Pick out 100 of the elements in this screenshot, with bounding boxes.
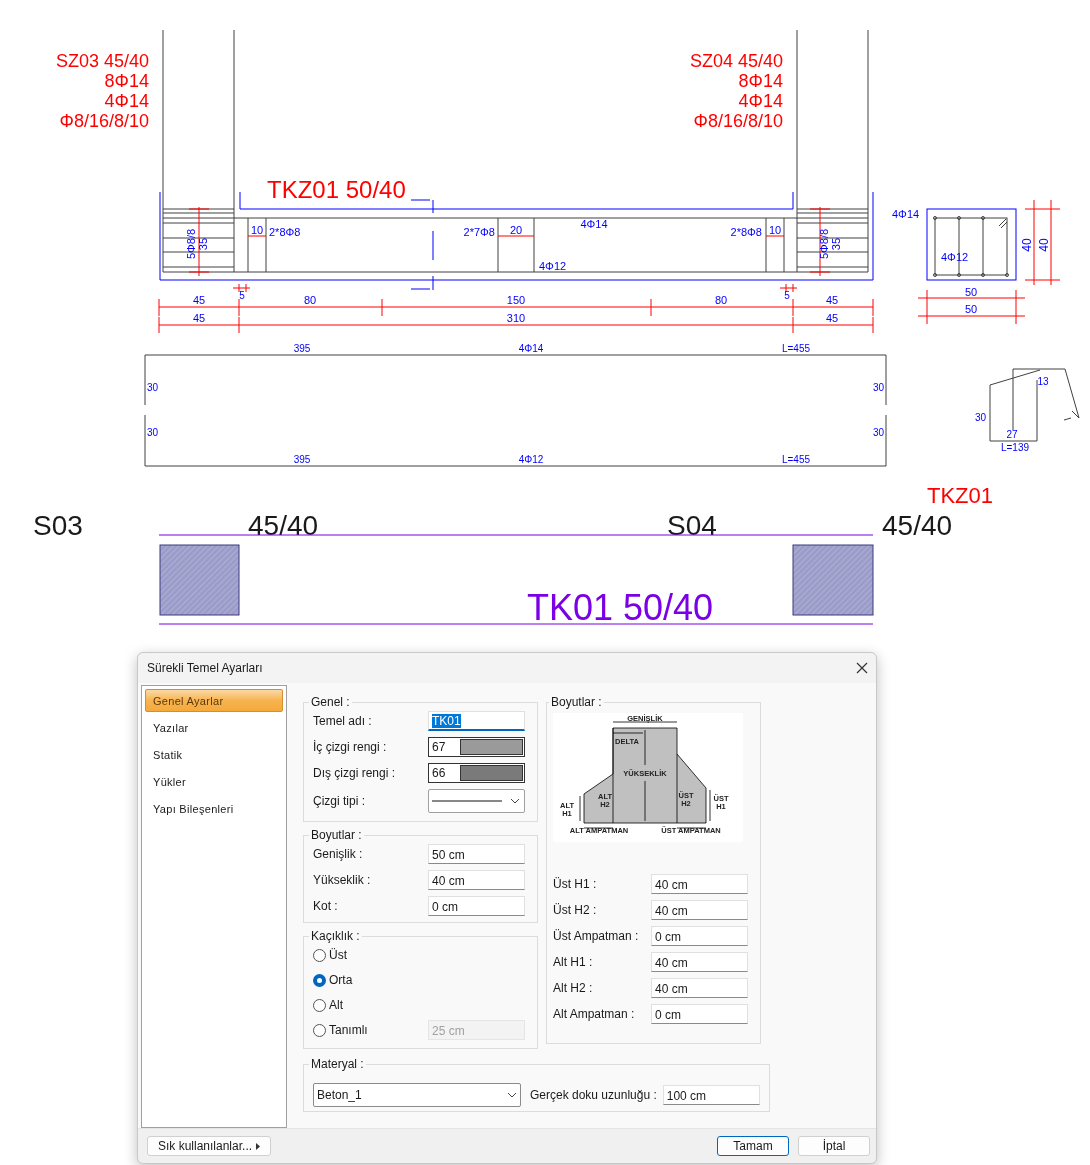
bar-length: L=455 — [781, 454, 811, 465]
field-label: Üst Ampatman : — [553, 928, 640, 945]
column-name: S03 — [33, 510, 83, 541]
group-title: Kaçıklık : — [310, 928, 361, 945]
input-field[interactable]: 0 cm — [651, 926, 748, 946]
input-field[interactable]: 100 cm — [662, 1085, 760, 1105]
rebar-note: 20 — [509, 224, 523, 236]
column-label: Φ8/16/8/10 — [693, 111, 783, 131]
chevron-down-icon — [510, 798, 520, 804]
group-title: Boyutlar : — [310, 827, 363, 844]
field-label: Alt Ampatman : — [553, 1006, 636, 1023]
rebar-note: 5Φ8/8 — [818, 228, 830, 260]
rebar-note: 5Φ8/8 — [185, 228, 197, 260]
field-label: Alt H2 : — [553, 980, 594, 997]
bar-length: L=455 — [781, 343, 811, 354]
field-label: Yükseklik : — [313, 872, 372, 889]
column-label: 4Φ14 — [104, 91, 149, 111]
stirrup-side: 30 — [974, 412, 986, 423]
chevron-down-icon — [507, 1092, 517, 1098]
stirrup-base: 27 — [1006, 429, 1018, 440]
dimension-value: 5 — [239, 290, 245, 301]
input-field[interactable]: 40 cm — [651, 952, 748, 972]
beam-label: TKZ01 50/40 — [267, 176, 406, 203]
dimension-value: 45 — [825, 312, 839, 324]
rebar-note: 2*8Φ8 — [269, 226, 301, 238]
rebar-note: 2*7Φ8 — [463, 226, 495, 238]
favorites-button[interactable]: Sık kullanılanlar... — [147, 1136, 271, 1156]
navigation-item[interactable]: Statik — [145, 743, 283, 766]
field-label: Alt — [329, 997, 343, 1014]
rebar-note: 4Φ12 — [539, 260, 567, 272]
column-label: SZ04 45/40 — [689, 51, 783, 71]
field-label: Üst — [329, 947, 347, 964]
group-title: Boyutlar : — [550, 694, 603, 711]
color-picker[interactable]: 66 — [428, 763, 525, 783]
dimension-value: 40 — [1037, 238, 1051, 252]
navigation-item[interactable]: Yapı Bileşenleri — [145, 797, 283, 820]
column-label: Φ8/16/8/10 — [59, 111, 149, 131]
navigation-item[interactable]: Genel Ayarlar — [145, 689, 283, 712]
input-field[interactable]: 40 cm — [651, 978, 748, 998]
close-icon[interactable] — [856, 662, 868, 674]
dimension-value: 80 — [303, 294, 317, 306]
rebar-note: 10 — [250, 224, 264, 236]
input-field[interactable]: 0 cm — [428, 896, 525, 916]
bar-length: 395 — [293, 454, 311, 465]
rebar-note: 35 — [830, 237, 842, 251]
tie-beam-label: TKZ01 — [927, 483, 994, 508]
rebar-note: 4Φ12 — [941, 251, 969, 263]
radio-button[interactable] — [313, 998, 326, 1012]
dimension-value: 45 — [825, 294, 839, 306]
radio-button[interactable] — [313, 948, 326, 962]
dimension-value: 310 — [506, 312, 526, 324]
radio-button[interactable] — [313, 973, 326, 987]
input-field[interactable]: 40 cm — [651, 900, 748, 920]
field-label: Temel adı : — [313, 713, 373, 730]
field-label: İç çizgi rengi : — [313, 739, 388, 756]
dimension-value: 50 — [964, 303, 978, 315]
rebar-note: 2*8Φ8 — [730, 226, 762, 238]
column-label: 4Φ14 — [738, 91, 783, 111]
field-label: Alt H1 : — [553, 954, 594, 971]
input-field[interactable]: 50 cm — [428, 844, 525, 864]
input-field[interactable]: 40 cm — [428, 870, 525, 890]
column-label: SZ03 45/40 — [55, 51, 149, 71]
rebar-note: 4Φ14 — [892, 208, 920, 220]
dimension-value: 150 — [506, 294, 526, 306]
dimension-value: 40 — [1020, 238, 1034, 252]
column-label: 8Φ14 — [104, 71, 149, 91]
rebar-note: 4Φ14 — [580, 218, 608, 230]
field-label: Kot : — [313, 898, 339, 915]
rebar-note: 4Φ12 — [518, 454, 544, 465]
material-dropdown[interactable]: Beton_1 — [313, 1083, 521, 1107]
group-title: Materyal : — [310, 1056, 365, 1073]
input-field[interactable]: 40 cm — [651, 874, 748, 894]
bar-length: 395 — [293, 343, 311, 354]
line-style-icon — [432, 800, 502, 802]
dimension-value: 45 — [192, 294, 206, 306]
hook-length: 30 — [872, 382, 884, 393]
input-field[interactable]: 0 cm — [651, 1004, 748, 1024]
line-type-dropdown[interactable] — [428, 789, 525, 813]
dimension-value: 45 — [192, 312, 206, 324]
hook-length: 30 — [147, 427, 159, 438]
field-label: Genişlik : — [313, 846, 364, 863]
column-size: 45/40 — [882, 510, 953, 541]
rebar-note: 35 — [197, 237, 209, 251]
triangle-right-icon — [256, 1142, 260, 1150]
ok-button[interactable]: Tamam — [717, 1136, 789, 1156]
bar-length: L=139 — [1000, 442, 1030, 453]
color-picker[interactable]: 67 — [428, 737, 525, 757]
navigation-item[interactable]: Yazılar — [145, 716, 283, 739]
input-field[interactable]: TK01 — [428, 711, 525, 731]
navigation-item[interactable]: Yükler — [145, 770, 283, 793]
column-label: 8Φ14 — [738, 71, 783, 91]
column-size: 45/40 — [248, 510, 319, 541]
field-label: Orta — [329, 972, 353, 989]
cancel-button[interactable]: İptal — [798, 1136, 870, 1156]
hook-length: 13 — [1037, 376, 1049, 387]
dimension-value: 5 — [784, 290, 790, 301]
rebar-note: 10 — [768, 224, 782, 236]
field-label: Çizgi tipi : — [313, 793, 366, 810]
dimension-value: 50 — [964, 286, 978, 298]
dimension-value: 80 — [714, 294, 728, 306]
